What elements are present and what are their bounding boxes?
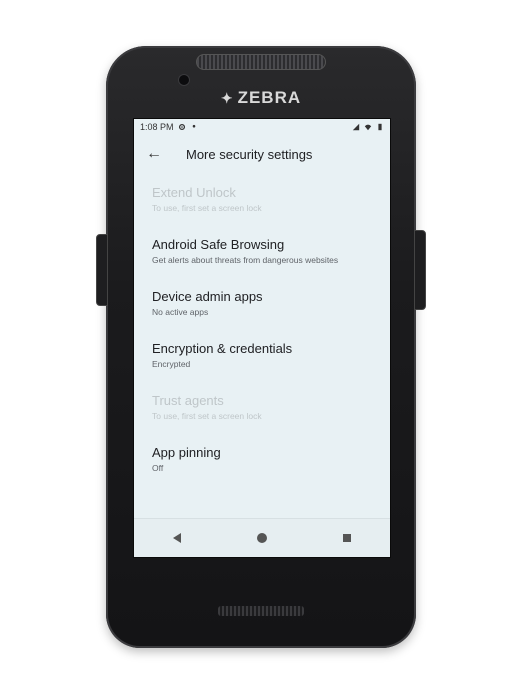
page-title: More security settings xyxy=(186,146,313,162)
arrow-left-icon[interactable]: ← xyxy=(146,145,168,163)
battery-icon xyxy=(378,123,382,131)
setting-encryption-credentials[interactable]: Encryption & credentials Encrypted xyxy=(134,335,390,387)
nav-recents-button[interactable] xyxy=(332,523,362,553)
nav-home-circle-icon xyxy=(256,533,267,543)
nav-home-button[interactable] xyxy=(247,523,277,553)
setting-android-safe-browsing[interactable]: Android Safe Browsing Get alerts about t… xyxy=(134,231,390,283)
brand-name: ZEBRA xyxy=(237,88,302,107)
setting-title: Android Safe Browsing xyxy=(152,237,285,252)
navigation-bar xyxy=(134,518,390,557)
nav-back-button[interactable] xyxy=(162,523,192,553)
status-time: 1:08 PM xyxy=(140,122,174,132)
setting-subtitle: Get alerts about threats from dangerous … xyxy=(152,255,339,265)
setting-app-pinning[interactable]: App pinning Off xyxy=(134,439,390,491)
front-camera xyxy=(178,74,190,86)
left-side-button xyxy=(96,234,108,306)
setting-subtitle: To use, first set a screen lock xyxy=(152,411,262,421)
bottom-speaker-grille xyxy=(218,606,304,616)
nav-back-triangle-icon xyxy=(172,533,181,543)
setting-subtitle: To use, first set a screen lock xyxy=(152,203,262,213)
brand-logo: ✦ ZEBRA xyxy=(106,88,416,108)
setting-subtitle: No active apps xyxy=(152,307,209,317)
signal-icon xyxy=(352,123,360,131)
wifi-icon xyxy=(364,124,372,131)
setting-title: App pinning xyxy=(152,445,221,460)
setting-title: Device admin apps xyxy=(152,289,263,304)
setting-device-admin-apps[interactable]: Device admin apps No active apps xyxy=(134,283,390,335)
setting-title: Extend Unlock xyxy=(152,185,236,200)
app-bar: ← More security settings xyxy=(134,135,390,173)
setting-subtitle: Encrypted xyxy=(152,359,191,369)
phone-screen: 1:08 PM ← More security settings Extend … xyxy=(134,119,390,557)
status-bar: 1:08 PM xyxy=(134,119,390,135)
earpiece-speaker xyxy=(196,54,326,70)
settings-list: Extend Unlock To use, first set a screen… xyxy=(134,179,390,491)
right-side-button xyxy=(414,230,426,310)
settings-gear-icon xyxy=(178,123,185,131)
nav-recents-square-icon xyxy=(343,534,352,542)
zebra-logo-icon: ✦ xyxy=(220,90,234,106)
setting-subtitle: Off xyxy=(152,463,164,473)
setting-title: Trust agents xyxy=(152,393,224,408)
setting-extend-unlock: Extend Unlock To use, first set a screen… xyxy=(134,179,390,231)
setting-trust-agents: Trust agents To use, first set a screen … xyxy=(134,387,390,439)
setting-title: Encryption & credentials xyxy=(152,341,293,356)
notification-dot-icon xyxy=(192,124,195,128)
